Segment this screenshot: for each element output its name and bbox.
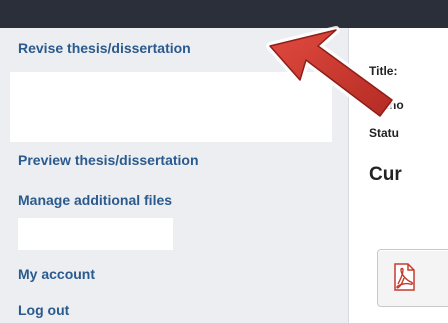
sidebar-item-preview-thesis[interactable]: Preview thesis/dissertation [18, 152, 199, 168]
blank-panel-1 [10, 72, 332, 142]
section-heading: Cur [369, 164, 402, 185]
pdf-icon [394, 263, 415, 291]
sidebar-item-manage-files[interactable]: Manage additional files [18, 192, 172, 208]
sidebar-item-log-out[interactable]: Log out [18, 302, 69, 318]
sidebar: Revise thesis/dissertation Preview thesi… [0, 28, 349, 323]
app-window: Revise thesis/dissertation Preview thesi… [0, 0, 448, 323]
main-content: Title: Autho Statu Cur [349, 28, 448, 323]
sidebar-item-my-account[interactable]: My account [18, 266, 95, 282]
author-label: Autho [369, 98, 404, 112]
sidebar-item-revise-thesis[interactable]: Revise thesis/dissertation [18, 40, 191, 56]
top-header-bar [0, 0, 448, 28]
status-label: Statu [369, 126, 399, 140]
title-label: Title: [369, 64, 398, 78]
pdf-download-button[interactable] [377, 249, 448, 307]
blank-panel-2 [18, 218, 173, 250]
